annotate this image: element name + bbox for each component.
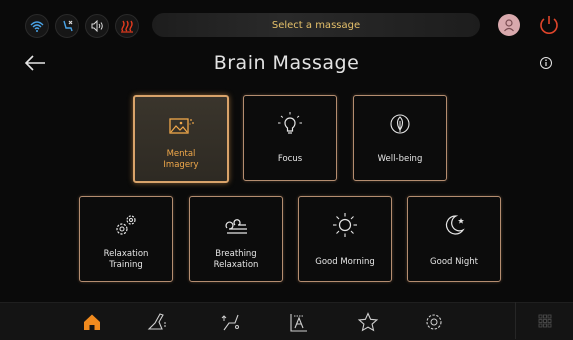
heat-icon[interactable] [115,14,139,38]
program-tile-breathing-relaxation[interactable]: Breathing Relaxation [189,196,283,282]
status-message: Select a massage [152,13,480,37]
info-icon[interactable] [539,55,553,69]
program-tile-well-being[interactable]: Well-being [353,95,447,181]
home-icon[interactable] [81,311,103,333]
program-label: Well-being [377,154,423,164]
program-label: Focus [277,154,303,164]
recline-icon[interactable] [55,14,79,38]
bottom-nav-bar [0,302,573,340]
program-label-line1: Mental [166,149,196,159]
apps-grid-icon[interactable] [515,302,573,339]
program-label-line1: Relaxation [103,249,149,259]
program-tile-relaxation-training[interactable]: Relaxation Training [79,196,173,282]
image-icon [164,111,198,143]
volume-icon[interactable] [85,14,109,38]
user-avatar-icon[interactable] [498,14,520,36]
gears-icon [109,211,143,243]
page-title: Brain Massage [213,52,360,74]
recline-chair-icon[interactable] [146,311,168,333]
program-tile-good-morning[interactable]: Good Morning [298,196,392,282]
lightbulb-icon [273,110,307,142]
favorites-icon[interactable] [357,311,379,333]
program-tile-good-night[interactable]: Good Night [407,196,501,282]
top-status-bar: Select a massage [0,0,573,44]
moon-icon [437,211,471,243]
manual-massage-icon[interactable] [287,311,309,333]
program-label: Good Night [430,257,478,267]
breath-icon [219,211,253,243]
power-icon[interactable] [536,12,562,38]
program-label-line1: Breathing [215,249,257,259]
sun-icon [328,211,362,243]
settings-icon[interactable] [423,311,445,333]
program-label-line2: Relaxation [213,260,259,270]
program-label-line2: Imagery [163,160,199,170]
body-stretch-icon[interactable] [220,311,242,333]
program-tile-focus[interactable]: Focus [243,95,337,181]
program-label: Good Morning [315,257,375,267]
program-label-line2: Training [109,260,143,270]
wifi-icon[interactable] [25,14,49,38]
leaf-icon [383,110,417,142]
program-tile-mental-imagery[interactable]: Mental Imagery [133,95,229,183]
